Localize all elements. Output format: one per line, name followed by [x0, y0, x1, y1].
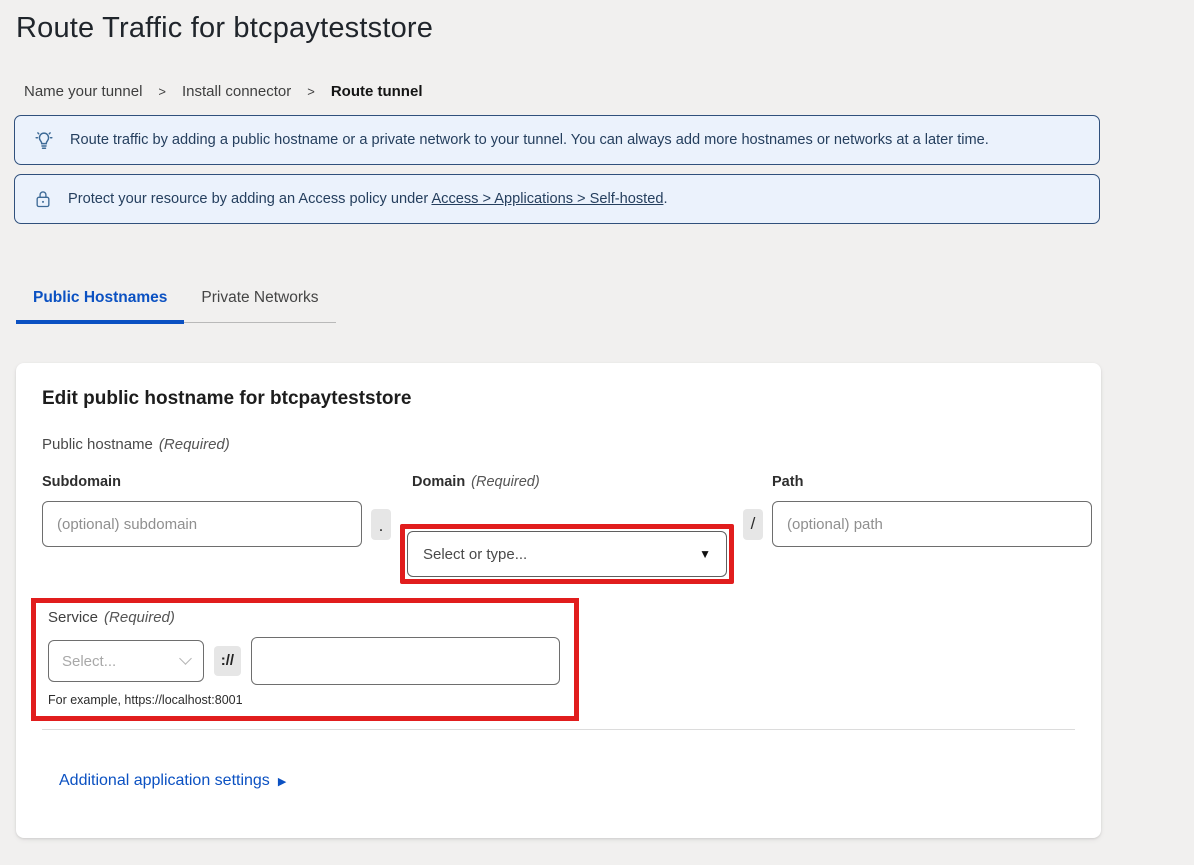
public-hostname-heading: Public hostname (Required): [42, 436, 1075, 453]
access-policy-banner: Protect your resource by adding an Acces…: [14, 174, 1100, 224]
chevron-down-icon: [179, 652, 192, 665]
breadcrumb-separator: >: [307, 84, 315, 99]
service-highlight-box: Service (Required) Select... :// For exam…: [31, 598, 579, 721]
subdomain-field: Subdomain: [42, 474, 362, 547]
scheme-separator: ://: [214, 646, 241, 676]
domain-field: Domain (Required) Select or type... ▼: [400, 474, 734, 584]
access-policy-text: Protect your resource by adding an Acces…: [68, 191, 668, 207]
caret-down-icon: ▼: [699, 547, 711, 561]
service-label-text: Service: [48, 609, 98, 626]
domain-required: (Required): [471, 474, 540, 490]
card-title: Edit public hostname for btcpayteststore: [42, 388, 1075, 410]
breadcrumb-install-connector[interactable]: Install connector: [182, 83, 291, 100]
domain-select-value: Select or type...: [423, 546, 527, 563]
path-label: Path: [772, 474, 1092, 501]
tab-private-networks[interactable]: Private Networks: [184, 280, 335, 322]
subdomain-label: Subdomain: [42, 474, 362, 501]
public-hostname-required: (Required): [159, 436, 230, 453]
domain-highlight-box: Select or type... ▼: [400, 524, 734, 584]
page-title: Route Traffic for btcpayteststore: [16, 12, 1194, 45]
slash-separator: /: [743, 509, 763, 540]
public-hostname-row: Subdomain . Domain (Required) Select or t…: [42, 474, 1075, 584]
subdomain-input[interactable]: [42, 501, 362, 547]
lock-icon: [33, 188, 53, 210]
hostname-network-tabs: Public Hostnames Private Networks: [16, 280, 336, 323]
path-input[interactable]: [772, 501, 1092, 547]
service-hint: For example, https://localhost:8001: [48, 693, 560, 707]
breadcrumb-name-your-tunnel[interactable]: Name your tunnel: [24, 83, 142, 100]
lightbulb-icon: [33, 129, 55, 151]
domain-label-text: Domain: [412, 474, 465, 490]
access-policy-text-after: .: [663, 191, 667, 207]
domain-label: Domain (Required): [412, 474, 734, 501]
service-type-select[interactable]: Select...: [48, 640, 204, 682]
service-required: (Required): [104, 609, 175, 626]
additional-settings-label: Additional application settings: [59, 772, 270, 790]
dot-separator: .: [371, 509, 391, 540]
route-traffic-info-text: Route traffic by adding a public hostnam…: [70, 132, 989, 148]
path-field: Path: [772, 474, 1092, 547]
route-traffic-info-banner: Route traffic by adding a public hostnam…: [14, 115, 1100, 165]
service-label: Service (Required): [48, 609, 560, 626]
access-policy-text-before: Protect your resource by adding an Acces…: [68, 191, 431, 207]
edit-public-hostname-card: Edit public hostname for btcpayteststore…: [16, 363, 1101, 838]
tab-public-hostnames[interactable]: Public Hostnames: [16, 280, 184, 324]
service-url-input[interactable]: [251, 637, 560, 685]
access-applications-selfhosted-link[interactable]: Access > Applications > Self-hosted: [431, 191, 663, 207]
breadcrumb-separator: >: [158, 84, 166, 99]
service-type-value: Select...: [62, 653, 116, 670]
breadcrumb: Name your tunnel > Install connector > R…: [16, 83, 1194, 100]
breadcrumb-route-tunnel: Route tunnel: [331, 83, 423, 100]
expand-arrow-icon: ▶: [278, 775, 286, 788]
route-tunnel-page: Route Traffic for btcpayteststore Name y…: [0, 0, 1194, 865]
additional-application-settings-link[interactable]: Additional application settings ▶: [59, 772, 286, 790]
domain-select[interactable]: Select or type... ▼: [407, 531, 727, 577]
section-divider: [42, 729, 1075, 730]
service-row: Select... ://: [48, 637, 560, 685]
public-hostname-label: Public hostname: [42, 436, 153, 453]
